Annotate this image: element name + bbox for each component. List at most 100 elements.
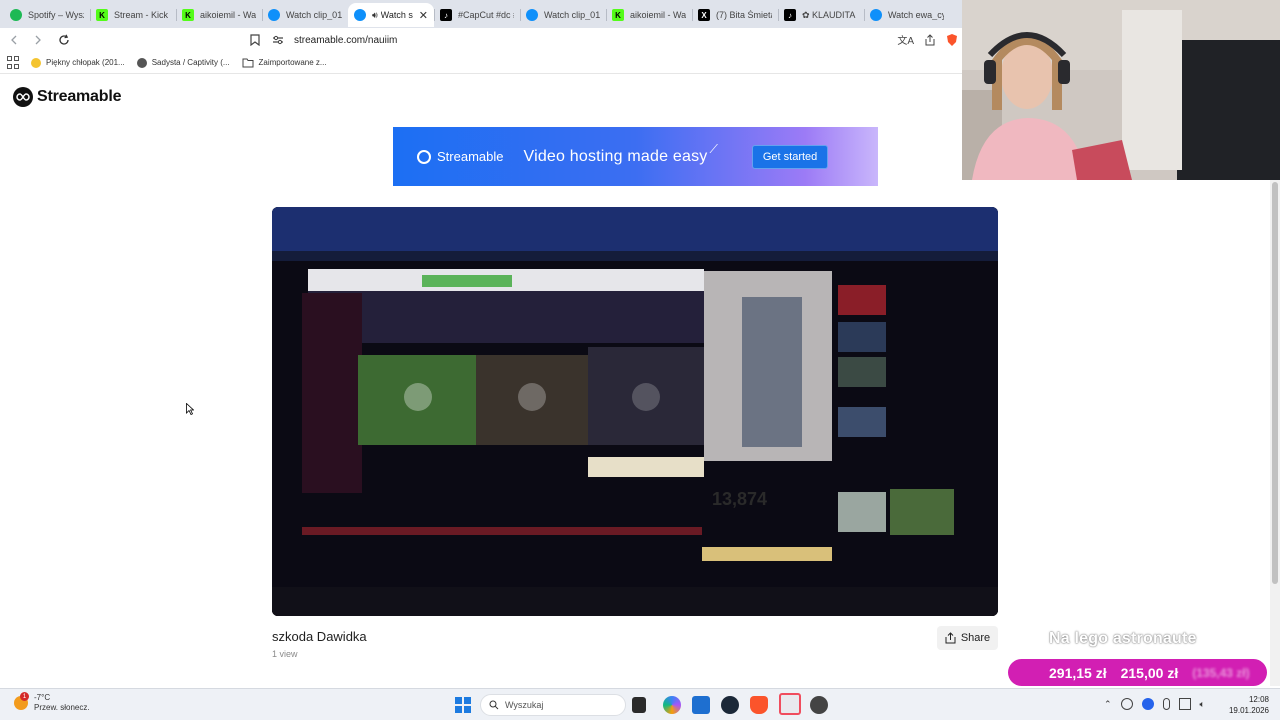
apps-grid-icon[interactable] [7,55,21,70]
tab-spotify[interactable]: Spotify – Wysz [4,3,90,27]
tab-label: (7) Bita Śmieta [716,10,772,20]
streamable-icon [268,9,280,21]
bookmark-folder[interactable]: Zaimportowane z... [242,58,327,68]
weather-temp: -7°C [34,693,51,702]
close-tab-icon[interactable]: ✕ [419,9,428,22]
bookmark-label: Zaimportowane z... [258,58,327,67]
app-active-icon[interactable] [779,693,801,715]
back-button[interactable] [4,30,24,50]
tab-streamable-clip-2[interactable]: Watch clip_01K [520,3,606,27]
obs-icon[interactable] [810,696,828,714]
back-arrow-icon [11,35,17,45]
tab-label: Watch ewa_cyg [888,10,944,20]
frame-number: 13,874 [712,489,767,509]
brave-shield-icon[interactable] [946,33,958,47]
forward-arrow-icon [35,35,41,45]
donation-current: 291,15 zł [1049,664,1107,681]
scrollbar-thumb[interactable] [1272,182,1278,584]
tab-tiktok-capcut[interactable]: ♪ #CapCut #dc # [434,3,520,27]
ad-brand: Streamable [417,149,503,164]
weather-desc: Przew. słonecz. [34,703,90,712]
ad-banner[interactable]: Streamable Video hosting made easy ⟋ Get… [393,127,878,186]
windows-taskbar: 1 -7°C Przew. słonecz. Wyszukaj ⌃ 🔈︎ 12:… [0,688,1280,720]
bookmark-label: Sadysta / Captivity (... [151,58,230,67]
translate-icon[interactable]: 文A [897,32,914,47]
brave-icon[interactable] [750,696,768,714]
tab-label: Watch clip_01K [286,10,342,20]
microphone-icon[interactable] [1162,698,1170,710]
clock-time: 12:08 [1248,695,1269,704]
kick-icon: K [96,9,108,21]
bookmark-item[interactable]: Sadysta / Captivity (... [136,57,230,68]
windows-start-icon[interactable] [455,697,471,713]
ad-brand-label: Streamable [437,149,504,164]
streamable-logo-icon [13,87,33,107]
share-icon [945,632,956,644]
speaker-icon[interactable]: 🔊︎ [372,10,378,21]
network-icon[interactable] [1178,698,1191,710]
taskbar-clock[interactable]: 12:08 19.01.2026 [1225,694,1269,716]
tab-kick-aikoiemil-2[interactable]: K aikoiemil - Wat [606,3,692,27]
forward-button[interactable] [28,30,48,50]
globe-icon [136,57,147,68]
taskbar-search[interactable]: Wyszukaj [480,694,626,716]
reload-button[interactable] [54,30,74,50]
tray-overflow-icon[interactable]: ⌃ [1104,699,1112,710]
notification-badge: 1 [20,692,29,701]
kick-icon: K [612,9,624,21]
streamable-icon [354,9,366,21]
reload-icon [59,34,69,45]
streamable-logo[interactable]: Streamable [13,87,121,107]
bookmark-item[interactable]: Piękny chłopak (201... [31,57,125,68]
donation-goal-bar: 291,15 zł 215,00 zł (135,43 zł) [1008,659,1267,686]
share-page-icon[interactable] [924,33,936,46]
store-icon[interactable] [692,696,710,714]
tab-label: aikoiemil - Wat [630,10,686,20]
tab-kick-aikoiemil[interactable]: K aikoiemil - Wat [176,3,262,27]
tab-tiktok-klaudita[interactable]: ♪ ✿ KLAUDITA [778,3,864,27]
tab-streamable-clip[interactable]: Watch clip_01K [262,3,348,27]
weather-sun-icon: 1 [14,692,29,710]
address-bar[interactable]: streamable.com/nauiim [272,30,962,50]
sync-icon[interactable] [1120,698,1133,710]
share-button[interactable]: Share [937,626,998,650]
search-placeholder: Wyszukaj [505,700,544,710]
emoji-icon [31,57,41,68]
clock-date: 19.01.2026 [1228,706,1269,715]
volume-icon[interactable]: 🔈︎ [1200,699,1205,710]
steam-icon[interactable] [721,696,739,714]
share-label: Share [960,632,991,644]
bookmark-page-button[interactable] [247,31,263,49]
tab-active-streamable[interactable]: 🔊︎ Watch s ✕ [348,3,434,27]
browser-toolbar: streamable.com/nauiim 文A [0,28,962,52]
video-frame: 13,874 [272,207,998,616]
cloud-icon[interactable] [1141,698,1154,710]
tab-label: Watch clip_01K [544,10,600,20]
kick-icon: K [182,9,194,21]
tab-label: aikoiemil - Wat [200,10,256,20]
donation-target: 215,00 zł [1120,664,1179,681]
video-player[interactable]: 13,874 [272,207,998,616]
copilot-icon[interactable] [663,696,681,714]
site-info-icon[interactable] [272,34,284,46]
sparkle-icon: ⟋ [709,142,718,156]
task-view-icon[interactable] [632,697,646,713]
mouse-cursor-icon [186,403,194,415]
system-tray: ⌃ 🔈︎ [1104,698,1205,710]
logo-text: Streamable [37,88,122,105]
tab-x-bita[interactable]: X (7) Bita Śmieta [692,3,778,27]
screen: Spotify – Wysz K Stream - Kick D K aikoi… [0,0,1280,720]
bookmark-icon [250,34,260,46]
page-scrollbar[interactable] [1270,180,1280,686]
get-started-button[interactable]: Get started [751,144,829,169]
tab-kick-stream[interactable]: K Stream - Kick D [90,3,176,27]
donation-extra: (135,43 zł) [1192,665,1250,680]
donation-goal-title: Na lego astronaute [1049,630,1197,647]
tab-streamable-ewa[interactable]: Watch ewa_cyg [864,3,950,27]
folder-icon [242,58,254,67]
tab-label: Stream - Kick D [114,10,170,20]
webcam-feed [962,0,1280,180]
tab-strip: Spotify – Wysz K Stream - Kick D K aikoi… [0,0,962,28]
weather-widget[interactable]: 1 -7°C Przew. słonecz. [14,692,90,713]
tab-label: Spotify – Wysz [28,10,84,20]
